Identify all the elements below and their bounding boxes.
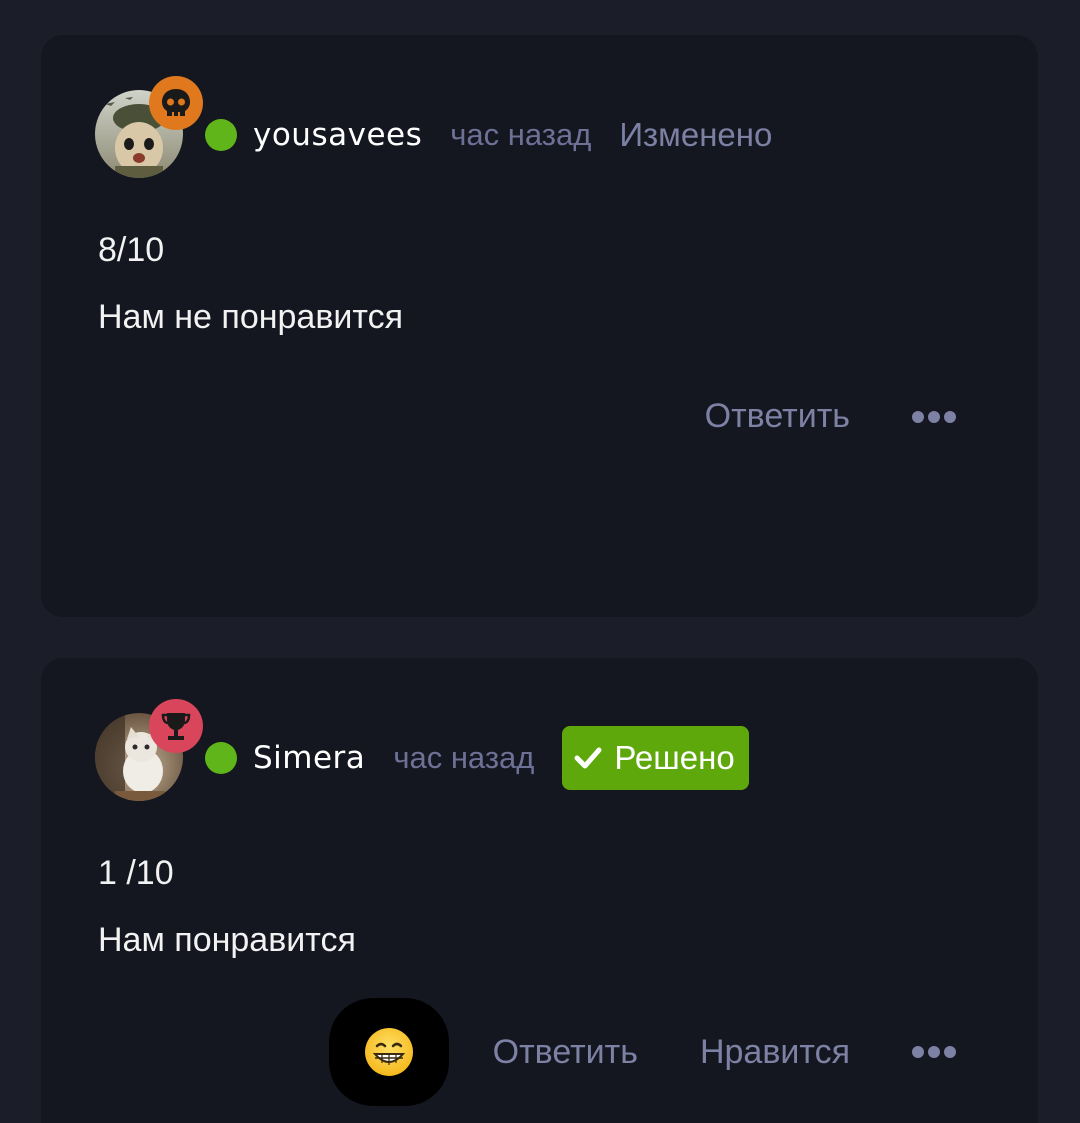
timestamp: час назад bbox=[450, 117, 592, 152]
comment-card: Simera час назад Решено 1 /10 Нам понрав… bbox=[41, 658, 1038, 1123]
skull-badge-icon bbox=[149, 76, 203, 130]
comment-text: Нам понравится bbox=[98, 921, 356, 959]
comment-text: Нам не понравится bbox=[98, 298, 403, 336]
online-status-dot bbox=[205, 742, 237, 774]
comment-card: yousavees час назад Изменено 8/10 Нам не… bbox=[41, 35, 1038, 617]
timestamp: час назад bbox=[393, 740, 535, 775]
reply-button[interactable]: Ответить bbox=[705, 397, 850, 436]
comment-header: Simera час назад Решено bbox=[95, 699, 749, 803]
solved-label: Решено bbox=[614, 739, 735, 776]
reply-button[interactable]: Ответить bbox=[493, 1033, 638, 1072]
online-status-dot bbox=[205, 119, 237, 151]
like-button[interactable]: Нравится bbox=[700, 1033, 850, 1072]
username[interactable]: yousavees bbox=[253, 117, 422, 153]
comment-header: yousavees час назад Изменено bbox=[95, 76, 773, 180]
comment-actions: Ответить Нравится bbox=[328, 998, 956, 1106]
username[interactable]: Simera bbox=[253, 740, 365, 776]
comments-feed: yousavees час назад Изменено 8/10 Нам не… bbox=[0, 0, 1080, 1123]
edited-label: Изменено bbox=[619, 116, 773, 153]
avatar[interactable] bbox=[95, 699, 203, 803]
checkmark-icon bbox=[574, 747, 602, 769]
solved-badge: Решено bbox=[562, 726, 749, 790]
trophy-badge-icon bbox=[149, 699, 203, 753]
more-options-icon[interactable] bbox=[912, 1046, 956, 1058]
score-text: 1 /10 bbox=[98, 854, 174, 892]
grinning-face-emoji-icon bbox=[364, 1028, 413, 1076]
avatar[interactable] bbox=[95, 76, 203, 180]
reaction-button[interactable] bbox=[328, 998, 449, 1106]
score-text: 8/10 bbox=[98, 231, 165, 269]
more-options-icon[interactable] bbox=[912, 410, 956, 423]
comment-actions: Ответить bbox=[705, 397, 956, 436]
